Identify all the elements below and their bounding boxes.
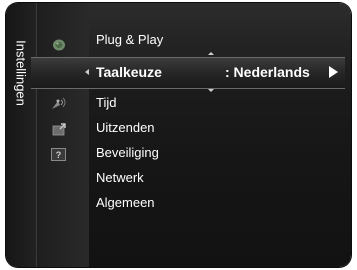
- tv-menu-stage: Instellingen ? Plug & Play Taalkeuze: N…: [0, 0, 357, 270]
- menu-item-algemeen[interactable]: Algemeen: [96, 195, 155, 210]
- application-icon[interactable]: [52, 123, 66, 137]
- support-icon[interactable]: ?: [51, 148, 66, 161]
- side-tab-label: Instellingen: [13, 40, 29, 106]
- taalkeuze-value: : Nederlands: [225, 64, 310, 80]
- menu-item-beveiliging[interactable]: Beveiliging: [96, 145, 159, 160]
- menu-item-plug-and-play[interactable]: Plug & Play: [96, 32, 163, 47]
- selector-left-icon: [85, 69, 89, 75]
- option-right-arrow-icon[interactable]: [329, 66, 338, 78]
- scroll-down-icon: [208, 89, 214, 92]
- menu-item-tijd[interactable]: Tijd: [96, 95, 116, 110]
- antenna-icon[interactable]: [50, 97, 68, 111]
- menu-item-taalkeuze[interactable]: Taalkeuze: [96, 64, 162, 80]
- svg-text:?: ?: [56, 150, 62, 160]
- scroll-up-icon: [208, 52, 214, 55]
- menu-item-netwerk[interactable]: Netwerk: [96, 170, 144, 185]
- menu-item-uitzenden[interactable]: Uitzenden: [96, 120, 155, 135]
- picture-icon[interactable]: [51, 38, 67, 52]
- side-tab: Instellingen: [6, 3, 37, 267]
